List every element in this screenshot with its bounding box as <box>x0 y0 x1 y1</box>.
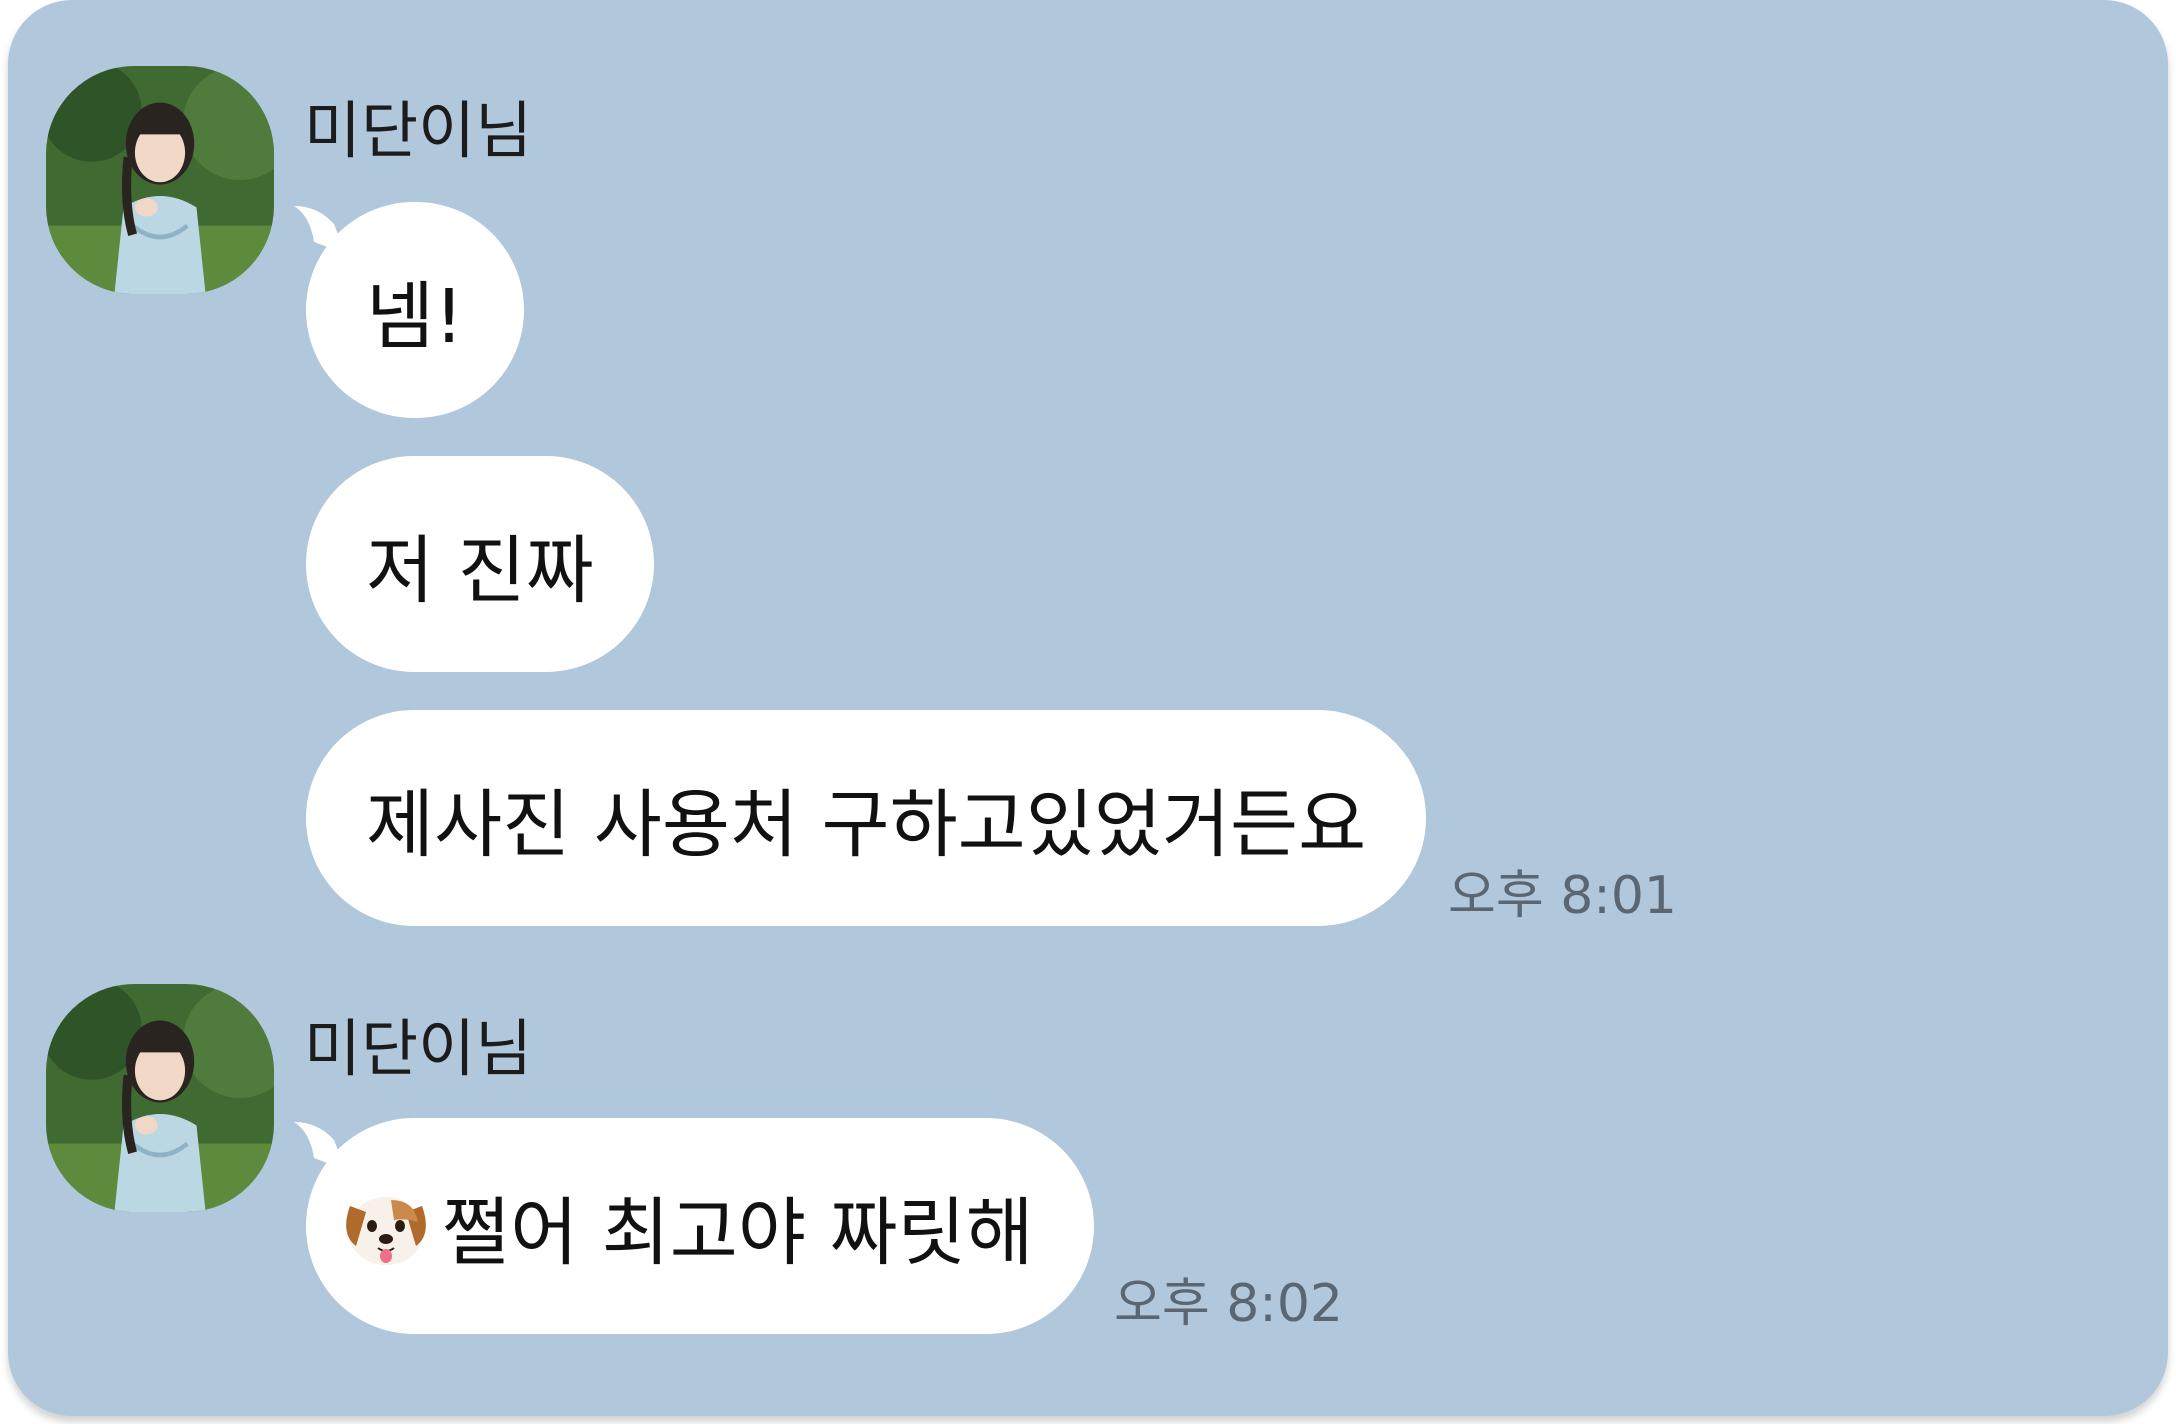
profile-photo-woman-icon <box>46 66 274 294</box>
message-bubble[interactable]: 쩔어 최고야 짜릿해 <box>306 1118 1094 1334</box>
sender-avatar[interactable] <box>46 66 274 294</box>
message-timestamp: 오후 8:01 <box>1448 866 1677 926</box>
sender-name: 미단이님 <box>304 94 533 167</box>
message-bubble[interactable]: 저 진짜 <box>306 456 654 672</box>
message-text: 쩔어 최고야 짜릿해 <box>442 1189 1034 1276</box>
message-timestamp: 오후 8:02 <box>1114 1274 1343 1334</box>
message-bubble[interactable]: 넴! <box>306 202 524 418</box>
message-text: 저 진짜 <box>366 527 594 614</box>
sender-avatar[interactable] <box>46 984 274 1212</box>
message-bubble[interactable]: 제사진 사용처 구하고있었거든요 <box>306 710 1427 926</box>
message-text: 넴! <box>366 273 464 360</box>
message-text: 제사진 사용처 구하고있었거든요 <box>366 781 1367 868</box>
chat-panel: 미단이님 넴! 저 진짜 제사진 사용처 구하고있었거든요 오후 8:01 미단… <box>8 0 2168 1416</box>
dog-face-icon <box>336 1176 436 1276</box>
profile-photo-woman-icon <box>46 984 274 1212</box>
sender-name: 미단이님 <box>304 1012 533 1085</box>
